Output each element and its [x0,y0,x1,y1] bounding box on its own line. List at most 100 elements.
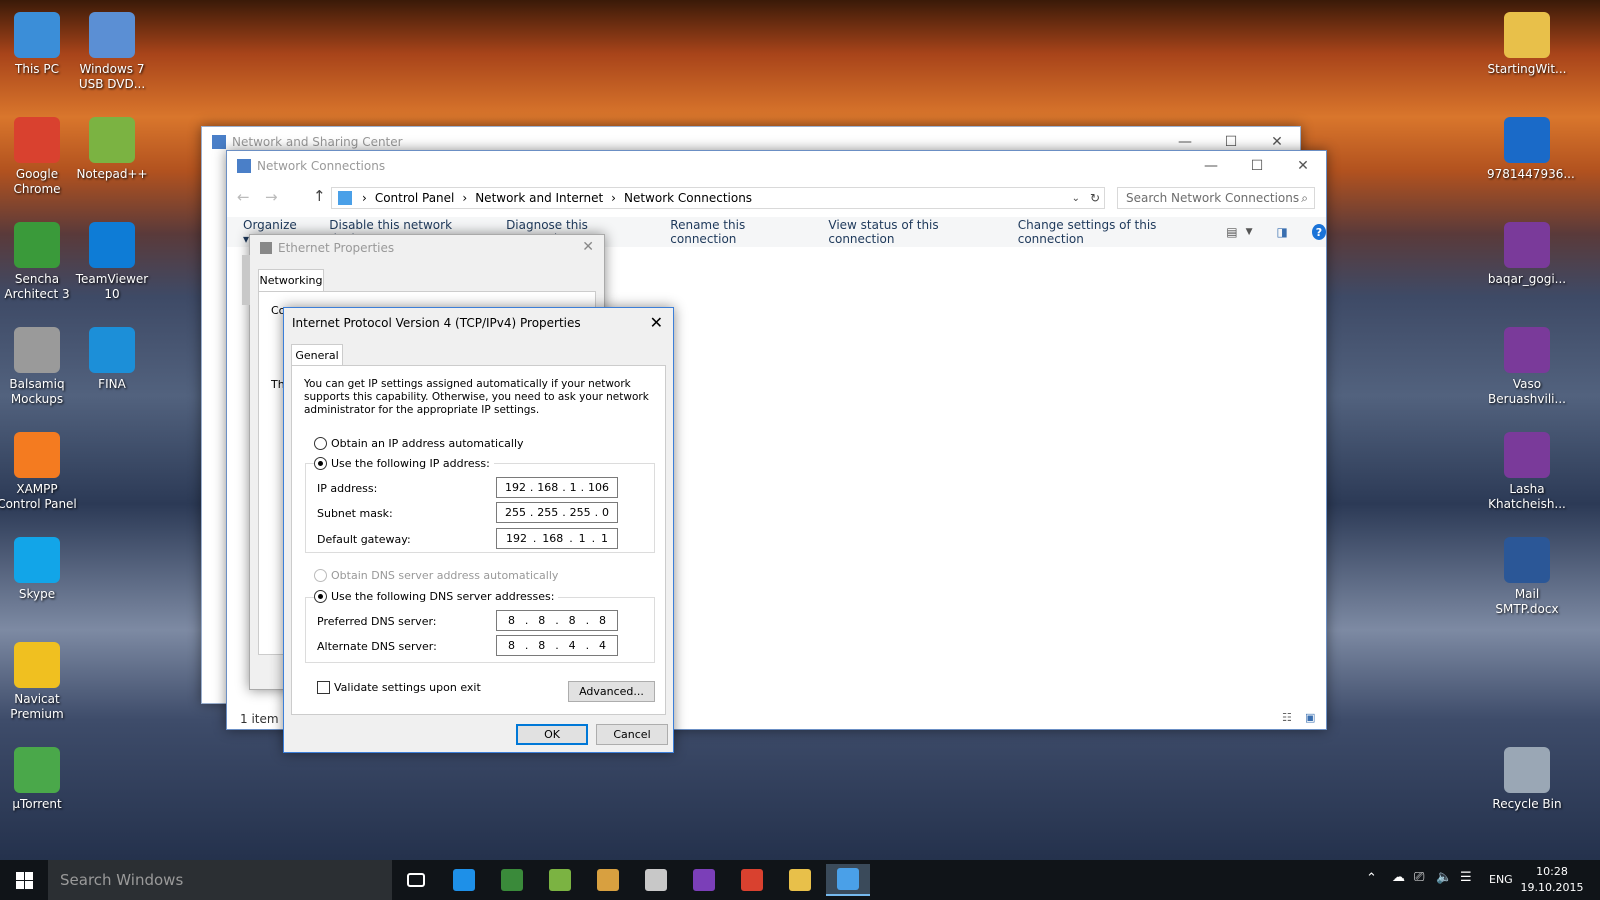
ip-octet: 168 [537,481,559,494]
preferred-dns-field[interactable]: 8.8.8.8 [496,610,618,631]
winrar-icon [1504,222,1550,268]
desktop-shortcut-label: Notepad++ [76,167,148,181]
taskbar-app-button[interactable] [682,864,726,896]
preview-pane-icon[interactable]: ◨ [1277,225,1288,239]
desktop-shortcut[interactable]: FINA [72,327,152,392]
help-icon[interactable]: ? [1311,224,1326,240]
cancel-button[interactable]: Cancel [596,724,668,745]
subnet-mask-label: Subnet mask: [317,507,393,520]
alternate-dns-label: Alternate DNS server: [317,640,437,653]
desktop-shortcut[interactable]: Balsamiq Mockups [0,327,77,407]
back-arrow-icon[interactable]: ← [237,188,250,206]
language-indicator[interactable]: ENG [1489,873,1513,886]
taskbar-app-button[interactable] [394,864,438,896]
desktop-shortcut[interactable]: Windows 7 USB DVD... [72,12,152,92]
taskbar-search-box[interactable]: Search Windows [48,860,392,900]
view-options-icon[interactable]: ▤ [1226,225,1237,239]
forward-arrow-icon[interactable]: → [265,188,278,206]
desktop-shortcut[interactable]: Vaso Beruashvili... [1487,327,1567,407]
close-icon[interactable]: ✕ [582,239,594,255]
ipv4-title-bar[interactable]: Internet Protocol Version 4 (TCP/IPv4) P… [284,308,673,338]
validate-checkbox[interactable]: Validate settings upon exit [317,681,481,694]
ok-button[interactable]: OK [516,724,588,745]
details-view-icon[interactable]: ☷ [1282,711,1292,724]
breadcrumb-control-panel[interactable]: Control Panel [375,191,455,205]
ip-address-field[interactable]: 192. 168. 1. 106 [496,477,618,498]
network-tray-icon[interactable]: ☁ [1392,870,1405,885]
alternate-dns-field[interactable]: 8.8.4.4 [496,635,618,656]
device-tray-icon[interactable]: ⎚ [1414,870,1424,885]
dns-octet: 4 [568,639,576,652]
taskbar-app-button[interactable] [634,864,678,896]
mask-octet: 0 [601,506,609,519]
desktop-shortcut[interactable]: Notepad++ [72,117,152,182]
clock[interactable]: 10:28 19.10.2015 [1516,864,1588,896]
nc-title-bar[interactable]: Network Connections [227,151,1326,181]
minimize-icon[interactable]: — [1188,151,1234,181]
subnet-mask-field[interactable]: 255. 255. 255. 0 [496,502,618,523]
taskbar-app-button[interactable] [490,864,534,896]
desktop-shortcut[interactable]: Lasha Khatcheish... [1487,432,1567,512]
start-button[interactable] [0,860,48,900]
eth-title-bar[interactable]: Ethernet Properties [250,235,604,261]
volume-icon[interactable]: 🔈 [1436,870,1452,885]
desktop-shortcut[interactable]: Sencha Architect 3 [0,222,77,302]
desktop-shortcut[interactable]: Mail SMTP.docx [1487,537,1567,617]
desktop-shortcut[interactable]: TeamViewer 10 [72,222,152,302]
show-hidden-icons-icon[interactable]: ⌃ [1366,871,1377,886]
search-input[interactable]: Search Network Connections ⌕ [1117,187,1315,209]
pdf-icon [1504,117,1550,163]
taskbar-app-button[interactable] [826,864,870,896]
use-dns-label: Use the following DNS server addresses: [331,590,555,603]
taskbar-app-button[interactable] [538,864,582,896]
taskbar-app-button[interactable] [586,864,630,896]
up-arrow-icon[interactable]: ↑ [313,187,326,205]
desktop-shortcut[interactable]: baqar_gogi... [1487,222,1567,287]
chevron-down-icon[interactable]: ▼ [1246,227,1253,237]
desktop-shortcut-label: µTorrent [12,797,62,811]
mask-octet: 255 [504,506,526,519]
chevron-down-icon[interactable]: ⌄ [1072,193,1080,204]
desktop-shortcut-label: This PC [15,62,59,76]
large-icons-view-icon[interactable]: ▣ [1305,711,1315,724]
address-bar[interactable]: › Control Panel › Network and Internet ›… [331,187,1105,209]
desktop-shortcut[interactable]: Recycle Bin [1487,747,1567,812]
desktop-shortcut-label: StartingWit... [1487,62,1567,76]
taskbar-app-button[interactable] [778,864,822,896]
desktop-shortcut[interactable]: Navicat Premium [0,642,77,722]
use-ip-radio[interactable]: Use the following IP address: [314,457,494,470]
desktop-shortcut[interactable]: StartingWit... [1487,12,1567,77]
default-gateway-field[interactable]: 192. 168. 1. 1 [496,528,618,549]
taskbar-app-button[interactable] [730,864,774,896]
change-settings-button[interactable]: Change settings of this connection [1018,218,1203,246]
desktop-shortcut[interactable]: Google Chrome [0,117,77,197]
taskbar-app-button[interactable] [442,864,486,896]
desktop-shortcut[interactable]: This PC [0,12,77,77]
maximize-icon[interactable]: ☐ [1234,151,1280,181]
breadcrumb-network-internet[interactable]: Network and Internet [475,191,603,205]
obtain-dns-auto-radio[interactable]: Obtain DNS server address automatically [314,569,558,582]
gw-octet: 192 [505,532,527,545]
desktop-shortcut[interactable]: XAMPP Control Panel [0,432,77,512]
desktop-shortcut[interactable]: Skype [0,537,77,602]
tab-networking[interactable]: Networking [258,269,324,291]
clock-date: 19.10.2015 [1520,881,1584,894]
tab-general[interactable]: General [291,344,343,366]
obtain-ip-auto-radio[interactable]: Obtain an IP address automatically [314,437,524,450]
close-icon[interactable]: ✕ [650,313,663,332]
chrome-icon [741,869,763,891]
action-center-icon[interactable]: ☰ [1460,870,1472,885]
desktop-shortcut-label: Recycle Bin [1492,797,1562,811]
close-icon[interactable]: ✕ [1280,151,1326,181]
refresh-icon[interactable]: ↻ [1090,191,1100,205]
rename-button[interactable]: Rename this connection [670,218,798,246]
view-status-button[interactable]: View status of this connection [828,218,987,246]
advanced-button[interactable]: Advanced... [568,681,655,702]
desktop-shortcut[interactable]: µTorrent [0,747,77,812]
use-dns-radio[interactable]: Use the following DNS server addresses: [314,590,559,603]
search-placeholder: Search Network Connections [1126,191,1300,205]
desktop-shortcut-label: Balsamiq Mockups [9,377,65,406]
desktop-shortcut[interactable]: 9781447936... [1487,117,1575,182]
breadcrumb-network-connections[interactable]: Network Connections [624,191,752,205]
sencha-icon [14,222,60,268]
